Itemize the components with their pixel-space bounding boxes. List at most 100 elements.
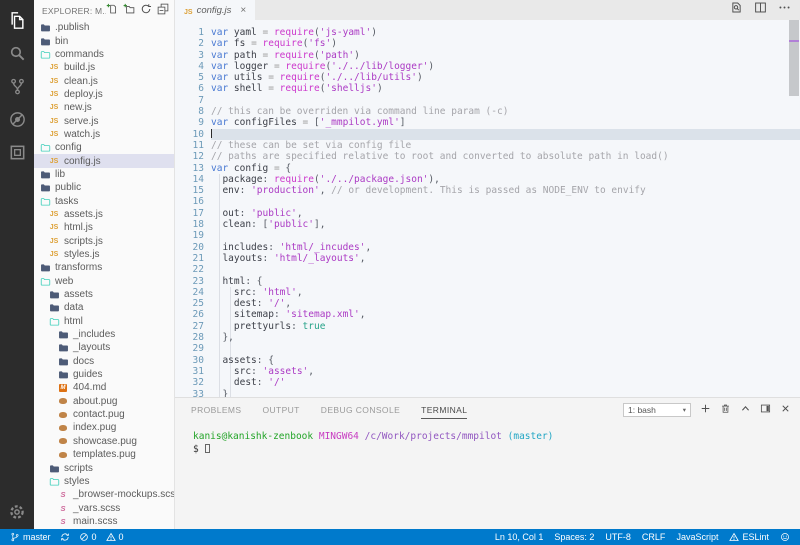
tree-item-transforms[interactable]: transforms (34, 261, 174, 274)
md-file-icon: M (57, 382, 69, 393)
tree-item-guides[interactable]: guides (34, 368, 174, 381)
code-line-content: var yaml = require('js-yaml') (211, 27, 800, 38)
plus-icon[interactable] (700, 401, 711, 419)
tree-item-templates-pug[interactable]: templates.pug (34, 448, 174, 461)
line-number: 20 (175, 242, 211, 253)
activity-source-control[interactable] (0, 70, 34, 103)
tree-item-404-md[interactable]: M404.md (34, 381, 174, 394)
status-right-javascript[interactable]: JavaScript (676, 532, 718, 542)
panel-tab-terminal[interactable]: TERMINAL (421, 401, 467, 419)
activity-search[interactable] (0, 37, 34, 70)
code-line-content (211, 129, 800, 140)
tree-item-styles-js[interactable]: JSstyles.js (34, 248, 174, 261)
tab-config-js[interactable]: JS config.js × (175, 0, 255, 20)
trash-icon[interactable] (720, 401, 731, 419)
code-line-14: 14 package: require('./../package.json')… (175, 174, 800, 185)
folder-open-icon (48, 316, 60, 327)
status-left-master[interactable]: master (10, 532, 51, 542)
warning-icon (106, 532, 116, 542)
tree-item-bin[interactable]: bin (34, 34, 174, 47)
tree-item-docs[interactable]: docs (34, 355, 174, 368)
code-line-7: 7 (175, 95, 800, 106)
line-number: 15 (175, 185, 211, 196)
tree-item-assets-js[interactable]: JSassets.js (34, 208, 174, 221)
new-folder-icon[interactable] (123, 2, 135, 20)
tree-item-commands[interactable]: commands (34, 48, 174, 61)
code-editor[interactable]: 1var yaml = require('js-yaml')2var fs = … (175, 20, 800, 397)
tree-item-config-js[interactable]: JSconfig.js (34, 154, 174, 167)
terminal[interactable]: kanis@kanishk-zenbook MINGW64 /c/Work/pr… (175, 421, 800, 456)
open-preview-icon[interactable] (730, 1, 743, 19)
code-line-29: 29 (175, 343, 800, 354)
tree-item--browser-mockups-scss[interactable]: S_browser-mockups.scss (34, 488, 174, 501)
editor-scrollbar[interactable] (789, 20, 799, 96)
folder-icon (57, 369, 69, 380)
tree-item-label: index.pug (73, 422, 116, 433)
tree-item-label: scripts (64, 463, 93, 474)
more-actions-icon[interactable] (778, 1, 791, 19)
tree-item-label: clean.js (64, 76, 98, 87)
tree-item-scripts[interactable]: scripts (34, 461, 174, 474)
activity-debug[interactable] (0, 103, 34, 136)
tree-item-showcase-pug[interactable]: showcase.pug (34, 435, 174, 448)
tree-item-watch-js[interactable]: JSwatch.js (34, 128, 174, 141)
new-file-icon[interactable] (106, 2, 118, 20)
panel-tab-problems[interactable]: PROBLEMS (191, 401, 241, 419)
code-line-content: layouts: 'html/_layouts', (211, 253, 800, 264)
tree-item-data[interactable]: data (34, 301, 174, 314)
code-line-content: dest: '/' (211, 377, 800, 388)
smiley-icon (780, 532, 790, 542)
refresh-icon[interactable] (140, 2, 152, 20)
code-line-30: 30 assets: { (175, 355, 800, 366)
tree-item-contact-pug[interactable]: contact.pug (34, 408, 174, 421)
pug-file-icon (57, 449, 69, 460)
tree-item-main-scss[interactable]: Smain.scss (34, 515, 174, 528)
status-right-eslint[interactable]: ESLint (729, 532, 769, 542)
terminal-shell-select[interactable]: 1: bash ▾ (623, 403, 691, 417)
tree-item-styles[interactable]: styles (34, 475, 174, 488)
tree-item-html-js[interactable]: JShtml.js (34, 221, 174, 234)
tree-item-about-pug[interactable]: about.pug (34, 395, 174, 408)
status-right-utf-8[interactable]: UTF-8 (605, 532, 631, 542)
tab-close-icon[interactable]: × (240, 5, 246, 16)
tree-item-scripts-js[interactable]: JSscripts.js (34, 235, 174, 248)
tree-item--includes[interactable]: _includes (34, 328, 174, 341)
status-left-sync-icon[interactable] (60, 532, 70, 542)
panel-icon[interactable] (760, 401, 771, 419)
status-right-smiley-icon[interactable] (780, 532, 790, 542)
status-label: 0 (119, 532, 124, 542)
chevron-up-icon[interactable] (740, 401, 751, 419)
tree-item-build-js[interactable]: JSbuild.js (34, 61, 174, 74)
tree-item-assets[interactable]: assets (34, 288, 174, 301)
activity-explorer[interactable] (0, 4, 34, 37)
status-right-crlf[interactable]: CRLF (642, 532, 666, 542)
tree-item-index-pug[interactable]: index.pug (34, 421, 174, 434)
tree-item-html[interactable]: html (34, 315, 174, 328)
close-icon[interactable] (780, 401, 791, 419)
activity-extensions[interactable] (0, 136, 34, 169)
tree-item--layouts[interactable]: _layouts (34, 341, 174, 354)
tree-item-web[interactable]: web (34, 275, 174, 288)
status-left-0[interactable]: 0 (79, 532, 97, 542)
tree-item-lib[interactable]: lib (34, 168, 174, 181)
tree-item-tasks[interactable]: tasks (34, 194, 174, 207)
tree-item-clean-js[interactable]: JSclean.js (34, 74, 174, 87)
tree-item-new-js[interactable]: JSnew.js (34, 101, 174, 114)
split-editor-icon[interactable] (754, 1, 767, 19)
tree-item-config[interactable]: config (34, 141, 174, 154)
panel-tab-output[interactable]: OUTPUT (262, 401, 299, 419)
tree-item--vars-scss[interactable]: S_vars.scss (34, 501, 174, 514)
tree-item--publish[interactable]: .publish (34, 21, 174, 34)
settings-gear-icon[interactable] (0, 503, 34, 521)
status-right-spaces-2[interactable]: Spaces: 2 (554, 532, 594, 542)
status-left-0[interactable]: 0 (106, 532, 124, 542)
code-line-content: out: 'public', (211, 208, 800, 219)
tree-item-deploy-js[interactable]: JSdeploy.js (34, 88, 174, 101)
code-line-11: 11// these can be set via config file (175, 140, 800, 151)
status-right-ln-10-col-1[interactable]: Ln 10, Col 1 (495, 532, 544, 542)
folder-icon (48, 463, 60, 474)
tree-item-public[interactable]: public (34, 181, 174, 194)
collapse-all-icon[interactable] (157, 2, 169, 20)
panel-tab-debug-console[interactable]: DEBUG CONSOLE (321, 401, 400, 419)
tree-item-serve-js[interactable]: JSserve.js (34, 114, 174, 127)
